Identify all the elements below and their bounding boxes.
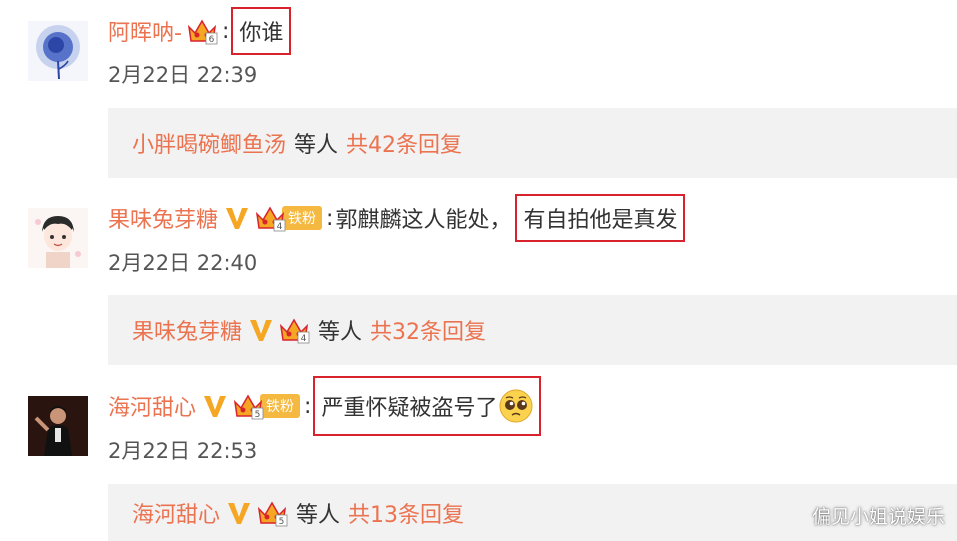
comment-date[interactable]: 2月22日 22:40 — [108, 248, 257, 278]
colon-separator: : — [326, 205, 334, 231]
verified-v-icon[interactable] — [226, 500, 252, 526]
svg-text:5: 5 — [255, 410, 261, 420]
svg-text:6: 6 — [209, 35, 215, 45]
highlighted-comment-text: 严重怀疑被盗号了 — [313, 376, 542, 436]
vip-crown-icon[interactable]: 5 — [256, 499, 288, 527]
reply-count-link[interactable]: 共13条回复 — [348, 497, 464, 529]
vip-crown-icon[interactable]: 5 — [232, 392, 264, 420]
reply-etc: 等人 — [318, 320, 363, 345]
highlighted-comment-text: 有自拍他是真发 — [515, 194, 686, 242]
reply-username[interactable]: 小胖喝碗鲫鱼汤 — [132, 127, 286, 159]
svg-text:5: 5 — [279, 517, 285, 527]
reply-username[interactable]: 果味兔芽糖 — [132, 314, 242, 346]
vip-crown-icon[interactable]: 4 — [278, 316, 310, 344]
pleading-face-emoji-icon — [499, 389, 533, 423]
vip-crown-icon[interactable]: 6 — [186, 17, 218, 45]
user-avatar[interactable] — [28, 208, 88, 268]
reply-summary[interactable]: 小胖喝碗鲫鱼汤 等人 共42条回复 — [108, 108, 957, 178]
verified-v-icon[interactable] — [224, 205, 250, 231]
comment-text-highlight: 有自拍他是真发 — [523, 208, 678, 233]
comment-date[interactable]: 2月22日 22:53 — [108, 436, 257, 466]
reply-count-link[interactable]: 共42条回复 — [346, 127, 462, 159]
reply-username[interactable]: 海河甜心 — [132, 497, 220, 529]
reply-etc: 等人 — [294, 133, 339, 158]
comment-header: 果味兔芽糖 4 铁粉 : 郭麒麟这人能处， 有自拍他是真发 — [108, 194, 686, 242]
user-avatar[interactable] — [28, 396, 88, 456]
comment-text: 郭麒麟这人能处， — [335, 208, 512, 233]
reply-etc: 等人 — [296, 502, 341, 528]
svg-text:4: 4 — [277, 222, 283, 232]
fan-badge[interactable]: 铁粉 — [282, 206, 323, 230]
performer-photo-avatar-icon — [28, 396, 88, 456]
comment-header: 海河甜心 5 铁粉 : 严重怀疑被盗号了 — [108, 376, 542, 436]
colon-separator: : — [304, 393, 312, 419]
fan-badge[interactable]: 铁粉 — [260, 394, 301, 418]
verified-v-icon[interactable] — [248, 317, 274, 343]
cartoon-boy-avatar-icon — [28, 208, 88, 268]
user-avatar[interactable] — [28, 21, 88, 81]
comment-username[interactable]: 阿晖呐- — [108, 15, 182, 47]
reply-summary[interactable]: 果味兔芽糖 4 等人 共32条回复 — [108, 295, 957, 365]
svg-text:4: 4 — [301, 334, 307, 344]
vip-crown-icon[interactable]: 4 — [254, 204, 286, 232]
watermark-text: 偏见小姐说娱乐 — [811, 506, 945, 528]
highlighted-comment-text: 你谁 — [231, 7, 292, 55]
colon-separator: : — [221, 18, 230, 44]
reply-count-link[interactable]: 共32条回复 — [370, 314, 486, 346]
comment-username[interactable]: 海河甜心 — [108, 390, 196, 422]
comment-text-highlight: 你谁 — [239, 21, 284, 46]
comment-header: 阿晖呐- 6 : 你谁 — [108, 7, 292, 55]
verified-v-icon[interactable] — [202, 393, 228, 419]
comment-username[interactable]: 果味兔芽糖 — [108, 202, 218, 234]
comment-text-highlight: 严重怀疑被盗号了 — [321, 396, 498, 421]
comment-date[interactable]: 2月22日 22:39 — [108, 60, 257, 90]
blue-rose-avatar-icon — [28, 21, 88, 81]
